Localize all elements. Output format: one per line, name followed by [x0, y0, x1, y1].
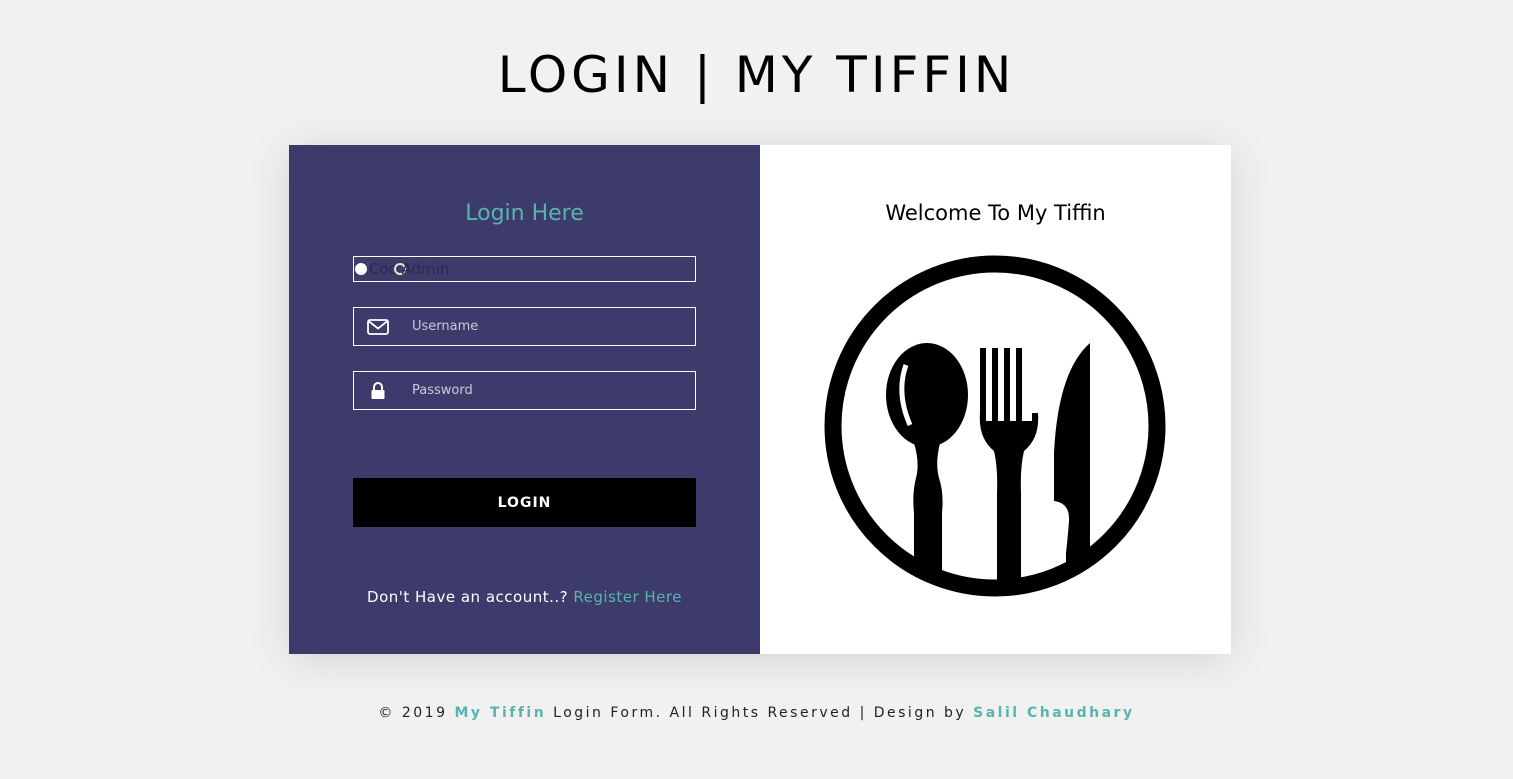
footer-designer-link[interactable]: Salil Chaudhary [973, 705, 1134, 721]
footer-brand-link[interactable]: My Tiffin [454, 705, 546, 721]
footer-middle-text: Login Form. All Rights Reserved | Design… [553, 705, 967, 721]
envelope-icon [354, 318, 402, 335]
login-card: Login Here Cook Admin Username LOGIN Don… [289, 145, 1231, 654]
role-radio-cook[interactable] [355, 263, 367, 275]
username-field-wrapper [353, 307, 696, 346]
username-input[interactable] [412, 319, 692, 334]
page-title: LOGIN | MY TIFFIN [497, 46, 1016, 104]
login-button[interactable]: LOGIN [353, 478, 696, 527]
login-panel: Login Here Cook Admin Username LOGIN Don… [289, 145, 760, 654]
role-label-admin: Admin [401, 260, 450, 278]
footer: © 2019 My Tiffin Login Form. All Rights … [0, 705, 1513, 721]
register-link[interactable]: Register Here [573, 588, 682, 606]
lock-icon [354, 381, 402, 400]
welcome-heading: Welcome To My Tiffin [885, 201, 1106, 225]
password-input[interactable] [412, 383, 692, 398]
role-selector: Cook Admin [353, 256, 696, 282]
register-prompt: Don't Have an account..? [367, 588, 569, 606]
plate-cutlery-icon [822, 253, 1168, 603]
login-heading: Login Here [465, 201, 584, 226]
register-line: Don't Have an account..? Register Here [289, 588, 760, 606]
footer-copyright: © 2019 [378, 705, 448, 721]
password-field-wrapper [353, 371, 696, 410]
welcome-panel: Welcome To My Tiffin [760, 145, 1231, 654]
